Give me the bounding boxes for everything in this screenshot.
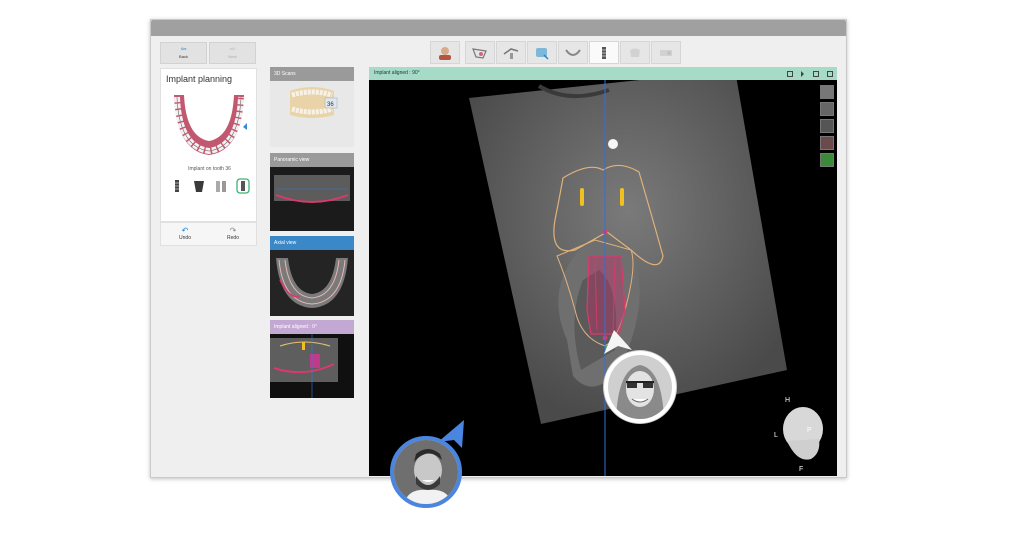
undo-icon: ↶: [181, 226, 189, 235]
side-toolbar: [820, 85, 834, 170]
guide-tube-icon[interactable]: [236, 178, 250, 194]
female-face-icon: [608, 355, 672, 419]
next-view-icon[interactable]: [801, 70, 805, 77]
tool-patient[interactable]: [430, 41, 460, 64]
next-label: Next: [228, 54, 237, 59]
implant-library-icon[interactable]: [820, 102, 834, 116]
stage: ⇦ Back ⇨ Next Implant planning Implant o…: [0, 0, 1024, 549]
male-face-icon: [394, 440, 458, 504]
margin-icon: [503, 47, 519, 59]
thumb-title-panoramic: Panoramic view: [270, 153, 354, 167]
patient-icon: [439, 46, 451, 60]
thumb-axial-view[interactable]: Axial view: [270, 236, 354, 316]
thumb-panoramic-view[interactable]: Panoramic view: [270, 153, 354, 231]
main-ct-view[interactable]: Implant aligned : 90° H L P F: [369, 67, 837, 476]
implant-aligned-thumb-image: [270, 334, 354, 398]
tool-scan[interactable]: [465, 41, 495, 64]
main-view-title: Implant aligned : 90°: [374, 70, 420, 76]
crown-icon: [630, 48, 640, 57]
view-controls: [787, 67, 833, 80]
tool-implant[interactable]: [589, 41, 619, 64]
dental-arch-icon[interactable]: [168, 89, 250, 163]
axial-image: [270, 250, 354, 316]
back-arrow-icon: ⇦: [180, 46, 187, 53]
thumb-implant-aligned-0[interactable]: Implant aligned : 0°: [270, 320, 354, 398]
undo-redo-bar: ↶ Undo ↷ Redo: [160, 222, 257, 246]
implant-icon: [602, 46, 606, 59]
thumb-title-axial: Axial view: [270, 236, 354, 250]
orient-bottom-label: F: [799, 466, 803, 473]
undo-button[interactable]: ↶ Undo: [165, 226, 205, 241]
next-button[interactable]: ⇨ Next: [209, 42, 256, 64]
cbct-icon: [536, 47, 549, 60]
scan-badge: 36: [327, 102, 334, 108]
title-bar: [151, 20, 846, 36]
back-button[interactable]: ⇦ Back: [160, 42, 207, 64]
layout-grid-icon[interactable]: [813, 70, 819, 77]
maximize-icon[interactable]: [827, 70, 833, 77]
tool-margin[interactable]: [496, 41, 526, 64]
tool-cbct[interactable]: [527, 41, 557, 64]
tool-jaw[interactable]: [558, 41, 588, 64]
implant-planning-panel: Implant planning Implant on tooth 36: [160, 68, 257, 222]
tooth-label: Implant on tooth 36: [188, 166, 231, 172]
collaborator-avatar-male: [390, 436, 462, 508]
undo-label: Undo: [179, 235, 191, 241]
thumb-title-3d-scans: 3D Scans: [270, 67, 354, 81]
scan-model-icon: 36: [290, 87, 338, 118]
measure-icon[interactable]: [820, 119, 834, 133]
collaborator-avatar-female: [604, 351, 676, 423]
thumb-title-implant-aligned: Implant aligned : 0°: [270, 320, 354, 334]
tool-guide[interactable]: [651, 41, 681, 64]
panel-title: Implant planning: [166, 74, 233, 84]
redo-label: Redo: [227, 235, 239, 241]
bone-density-icon[interactable]: [820, 85, 834, 99]
snapshot-icon[interactable]: [787, 70, 793, 77]
color-map-icon[interactable]: [820, 136, 834, 150]
panoramic-image: [270, 167, 354, 231]
main-view-header: Implant aligned : 90°: [369, 67, 837, 80]
next-arrow-icon: ⇨: [229, 46, 236, 53]
orientation-head-icon[interactable]: H L P F: [767, 393, 837, 473]
jaw-icon: [565, 48, 581, 56]
orient-left-label: L: [774, 432, 778, 439]
implant-component-row: [166, 177, 254, 195]
guide-icon: [660, 49, 672, 56]
orient-top-label: H: [785, 397, 790, 404]
redo-icon: ↷: [229, 226, 237, 235]
abutment-icon[interactable]: [192, 178, 206, 194]
tool-crown[interactable]: [620, 41, 650, 64]
back-label: Back: [179, 54, 188, 59]
app-window: ⇦ Back ⇨ Next Implant planning Implant o…: [150, 19, 847, 478]
workflow-toolbar: [430, 41, 681, 64]
orient-right-label: P: [807, 427, 812, 434]
scan-icon: [472, 47, 487, 59]
redo-button[interactable]: ↷ Redo: [213, 226, 253, 241]
implant-screw-icon[interactable]: [170, 178, 184, 194]
thumb-3d-scans[interactable]: 3D Scans 36: [270, 67, 354, 147]
export-icon[interactable]: [820, 153, 834, 167]
sleeve-icon[interactable]: [214, 178, 228, 194]
